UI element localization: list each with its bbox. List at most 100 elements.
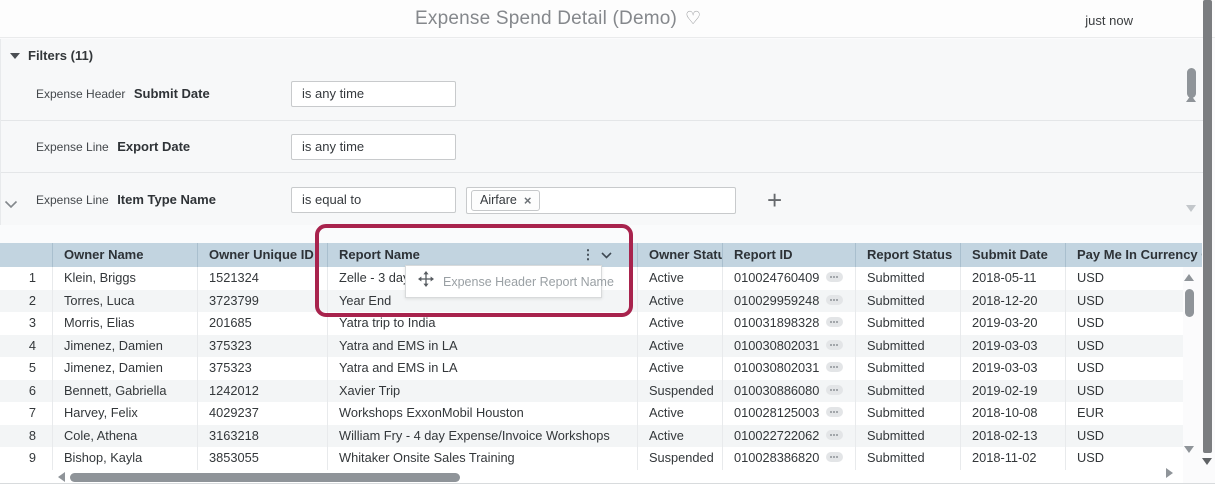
cell-report_status: Submitted xyxy=(855,334,960,358)
column-header-report_status[interactable]: Report Status xyxy=(855,243,960,267)
cell-owner_status: Active xyxy=(637,357,722,380)
table-vscrollbar-thumb[interactable] xyxy=(1185,289,1194,317)
cell-report_name: William Fry - 4 day Expense/Invoice Work… xyxy=(327,424,637,448)
filter-operator-select[interactable]: is any time xyxy=(291,133,456,160)
cell-owner_unique_id: 375323 xyxy=(197,334,327,358)
last-refreshed: just now xyxy=(1085,13,1133,28)
cell-report_status: Submitted xyxy=(855,379,960,403)
related-actions-icon[interactable] xyxy=(826,429,844,440)
caret-down-icon xyxy=(10,52,20,59)
table-row: 8 Cole, Athena 3163218 William Fry - 4 day … xyxy=(0,424,1183,448)
related-actions-icon[interactable] xyxy=(826,407,844,418)
column-menu-kebab-icon[interactable]: ⋮ xyxy=(580,243,596,267)
cell-submit_date: 2019-03-03 xyxy=(960,334,1065,358)
column-header-owner_name[interactable]: Owner Name xyxy=(52,243,197,267)
favorite-heart-icon[interactable]: ♡ xyxy=(685,8,701,28)
related-actions-icon[interactable] xyxy=(826,272,844,282)
column-header-owner_unique_id[interactable]: Owner Unique ID xyxy=(197,243,327,267)
cell-report_status: Submitted xyxy=(855,424,960,448)
page-vscrollbar-thumb[interactable] xyxy=(1203,0,1212,453)
filters-label: Filters (11) xyxy=(28,48,94,63)
cell-report_id: 010028125003 xyxy=(722,402,855,425)
column-header-report_id[interactable]: Report ID xyxy=(722,243,855,267)
filter-operator-select[interactable]: is any time xyxy=(291,81,456,107)
panel-gap xyxy=(0,225,1202,243)
related-actions-icon[interactable] xyxy=(826,294,844,305)
cell-report_status: Submitted xyxy=(855,402,960,425)
cell-owner_name: Morris, Elias xyxy=(52,312,197,335)
filters-toggle[interactable]: Filters (11) xyxy=(10,48,93,63)
cell-owner_name: Harvey, Felix xyxy=(52,402,197,425)
filter-field: Export Date xyxy=(117,138,191,154)
drag-tooltip-label: Expense Header Report Name xyxy=(443,274,614,289)
table-header: Owner Name Owner Unique ID Report Name Owne… xyxy=(0,243,1202,267)
cell-report_status: Submitted xyxy=(855,312,960,335)
collapse-chevron-icon[interactable] xyxy=(4,196,18,214)
page-below-strip xyxy=(0,484,1215,489)
table-row: 9 Bishop, Kayla 3853055 Whitaker Onsite Sal… xyxy=(0,447,1183,471)
cell-submit_date: 2018-10-08 xyxy=(960,402,1065,425)
column-chevron-down-icon[interactable] xyxy=(598,243,614,267)
table-scroll-left-icon[interactable] xyxy=(58,472,65,482)
cell-owner_status: Active xyxy=(637,289,722,313)
cell-num: 7 xyxy=(28,405,36,421)
remove-value-icon[interactable]: × xyxy=(524,193,532,208)
cell-owner_name: Jimenez, Damien xyxy=(52,357,197,380)
cell-submit_date: 2018-12-20 xyxy=(960,289,1065,313)
page-title-text: Expense Spend Detail (Demo) xyxy=(415,8,678,29)
filter-row-item-type-name: Expense Line Item Type Name is equal to … xyxy=(1,172,1203,226)
page-scroll-down-icon[interactable] xyxy=(1202,458,1212,465)
filter-values-input[interactable]: Airfare × xyxy=(466,186,736,214)
scroll-down-icon[interactable] xyxy=(1186,205,1196,212)
cell-report_id: 010022722062 xyxy=(722,424,855,448)
cell-owner_status: Active xyxy=(637,424,722,448)
cell-num: 3 xyxy=(28,315,36,331)
cell-owner_status: Active xyxy=(637,402,722,425)
cell-owner_name: Jimenez, Damien xyxy=(52,334,197,358)
cell-report_status: Submitted xyxy=(855,357,960,380)
related-actions-icon[interactable] xyxy=(826,452,844,463)
cell-owner_unique_id: 3723799 xyxy=(197,289,327,313)
cell-currency: USD xyxy=(1065,312,1183,335)
filters-scrollbar-thumb[interactable] xyxy=(1187,68,1196,98)
cell-num: 9 xyxy=(28,450,36,466)
cell-owner_name: Cole, Athena xyxy=(52,424,197,448)
page-title: Expense Spend Detail (Demo) ♡ xyxy=(415,8,701,30)
filter-context: Expense Line xyxy=(36,139,109,154)
cell-report_name: Whitaker Onsite Sales Training xyxy=(327,447,637,471)
cell-currency: USD xyxy=(1065,424,1183,448)
cell-owner_status: Suspended xyxy=(637,447,722,471)
filter-label: Expense Line Export Date xyxy=(36,138,190,156)
related-actions-icon[interactable] xyxy=(826,317,844,328)
column-header-submit_date[interactable]: Submit Date xyxy=(960,243,1065,267)
table-scroll-right-icon[interactable] xyxy=(1166,468,1173,478)
cell-num: 5 xyxy=(28,360,36,376)
filter-row-export-date: Expense Line Export Date is any time xyxy=(1,120,1203,172)
filter-label: Expense Line Item Type Name xyxy=(36,191,216,209)
related-actions-icon[interactable] xyxy=(826,339,844,350)
column-header-currency[interactable]: Pay Me In Currency C xyxy=(1065,243,1202,267)
cell-report_status: Submitted xyxy=(855,447,960,471)
filter-value-chip[interactable]: Airfare × xyxy=(471,189,541,211)
related-actions-icon[interactable] xyxy=(826,384,844,395)
filter-row-submit-date: Expense Header Submit Date is any time xyxy=(1,68,1203,120)
cell-num: 8 xyxy=(28,427,36,443)
cell-submit_date: 2019-02-19 xyxy=(960,379,1065,403)
cell-currency: EUR xyxy=(1065,402,1183,425)
cell-num: 1 xyxy=(28,270,36,285)
related-actions-icon[interactable] xyxy=(826,362,844,373)
table-scroll-down-icon[interactable] xyxy=(1184,446,1194,453)
cell-report_id: 010024760409 xyxy=(722,267,855,290)
add-filter-button[interactable]: + xyxy=(767,185,782,215)
cell-submit_date: 2018-11-02 xyxy=(960,447,1065,471)
cell-owner_status: Active xyxy=(637,267,722,290)
cell-owner_unique_id: 3853055 xyxy=(197,447,327,471)
cell-owner_unique_id: 1521324 xyxy=(197,267,327,290)
cell-owner_name: Klein, Briggs xyxy=(52,267,197,290)
filters-panel: Filters (11) Expense Header Submit Date … xyxy=(0,39,1203,226)
column-header-owner_status[interactable]: Owner Status xyxy=(637,243,722,267)
filter-operator-select[interactable]: is equal to xyxy=(291,186,456,213)
table-hscrollbar-thumb[interactable] xyxy=(70,473,460,482)
cell-report_name: Yatra and EMS in LA xyxy=(327,357,637,380)
table-scroll-up-icon[interactable] xyxy=(1184,274,1194,281)
